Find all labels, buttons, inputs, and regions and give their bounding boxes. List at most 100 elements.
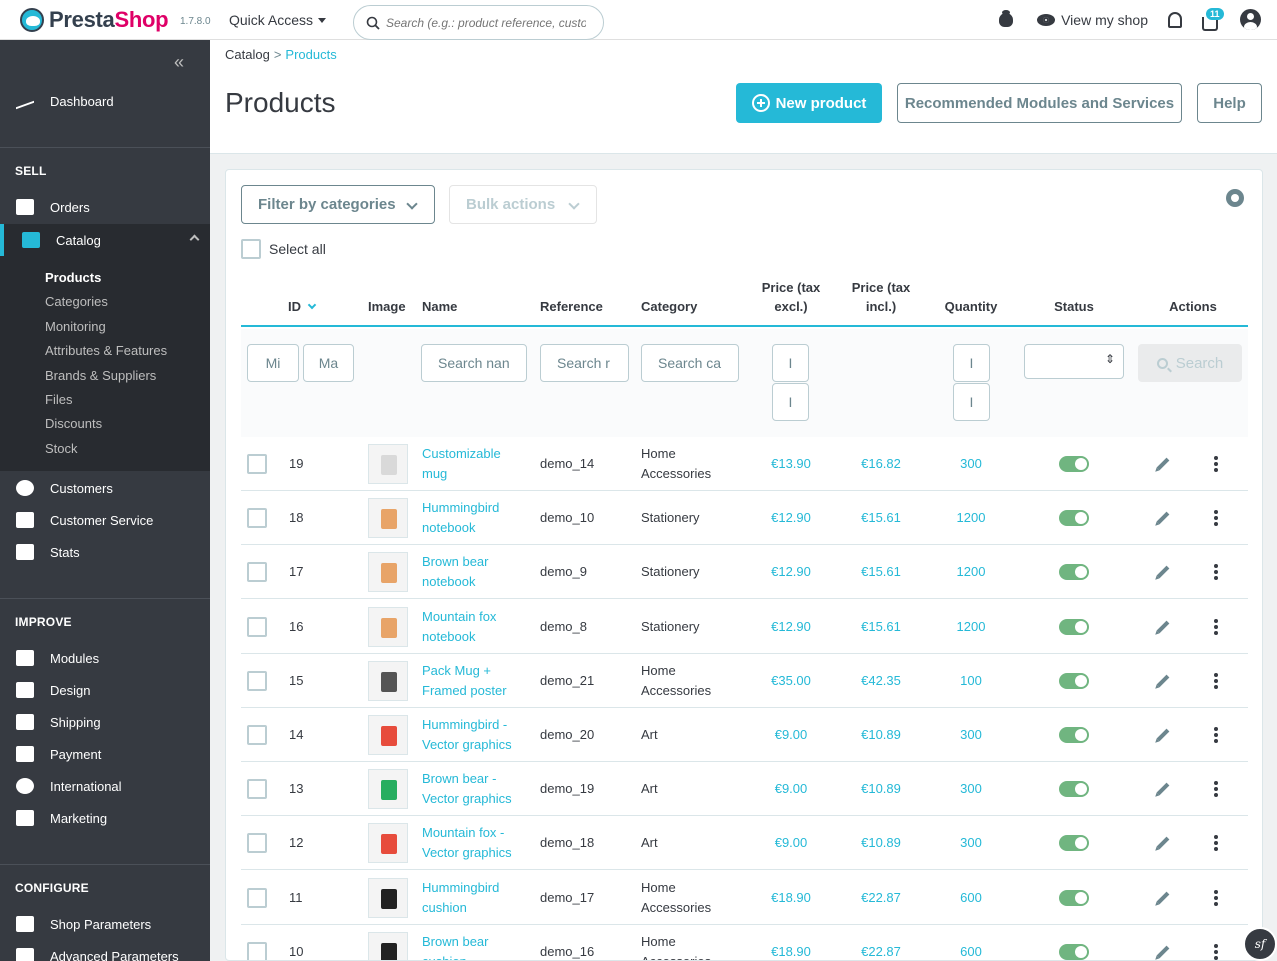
product-name-link[interactable]: Brown bear - Vector graphics — [422, 762, 532, 816]
select-all[interactable]: Select all — [241, 239, 326, 259]
product-thumbnail[interactable] — [368, 823, 408, 864]
sidebar-item-catalog[interactable]: Catalog — [0, 224, 210, 256]
row-checkbox[interactable] — [247, 508, 267, 529]
status-toggle[interactable] — [1059, 727, 1089, 743]
notifications-bell-icon[interactable] — [1168, 11, 1182, 28]
pencil-icon[interactable] — [1156, 511, 1170, 525]
price-tax-incl[interactable]: €10.89 — [841, 708, 921, 762]
sidebar-item-payment[interactable]: Payment — [0, 738, 210, 770]
sidebar-item-advanced-parameters[interactable]: Advanced Parameters — [0, 940, 210, 961]
filter-id-max[interactable]: Ma — [303, 344, 354, 382]
product-quantity[interactable]: 600 — [931, 871, 1011, 925]
filter-by-categories-button[interactable]: Filter by categories — [241, 185, 435, 224]
search-input[interactable] — [386, 15, 586, 30]
status-toggle[interactable] — [1059, 564, 1089, 581]
submenu-brands-suppliers[interactable]: Brands & Suppliers — [45, 368, 156, 383]
product-quantity[interactable]: 100 — [931, 654, 1011, 708]
filter-name-input[interactable]: Search nan — [421, 344, 527, 382]
product-name-link[interactable]: Hummingbird - Vector graphics — [422, 708, 532, 762]
price-tax-incl[interactable]: €16.82 — [841, 437, 921, 491]
more-vert-icon[interactable] — [1214, 570, 1218, 575]
column-header-name[interactable]: Name — [422, 297, 457, 316]
price-tax-incl[interactable]: €22.87 — [841, 925, 921, 960]
recommended-modules-button[interactable]: Recommended Modules and Services — [897, 83, 1182, 123]
price-tax-excl[interactable]: €12.90 — [751, 545, 831, 599]
column-header-category[interactable]: Category — [641, 297, 697, 316]
filter-category-input[interactable]: Search ca — [641, 344, 739, 382]
price-tax-excl[interactable]: €9.00 — [751, 816, 831, 870]
help-button[interactable]: Help — [1197, 83, 1262, 123]
product-name-link[interactable]: Brown bear cushion — [422, 925, 532, 960]
price-tax-incl[interactable]: €22.87 — [841, 871, 921, 925]
product-thumbnail[interactable] — [368, 769, 408, 810]
status-toggle[interactable] — [1059, 456, 1089, 472]
product-thumbnail[interactable] — [368, 498, 408, 539]
pencil-icon[interactable] — [1156, 728, 1170, 742]
status-toggle[interactable] — [1059, 943, 1089, 960]
sidebar-item-customer-service[interactable]: Customer Service — [0, 504, 210, 536]
product-quantity[interactable]: 1200 — [931, 545, 1011, 599]
status-toggle[interactable] — [1059, 889, 1089, 906]
sidebar-item-customers[interactable]: Customers — [0, 472, 210, 504]
sidebar-item-marketing[interactable]: Marketing — [0, 802, 210, 834]
table-row[interactable]: 12 Mountain fox - Vector graphics demo_18 Ar… — [241, 816, 1248, 871]
product-thumbnail[interactable] — [368, 444, 408, 484]
product-name-link[interactable]: Hummingbird cushion — [422, 871, 532, 925]
row-checkbox[interactable] — [247, 941, 267, 960]
row-checkbox[interactable] — [247, 562, 267, 583]
product-quantity[interactable]: 300 — [931, 816, 1011, 870]
sidebar-item-shipping[interactable]: Shipping — [0, 706, 210, 738]
more-vert-icon[interactable] — [1214, 462, 1218, 466]
more-vert-icon[interactable] — [1214, 841, 1218, 846]
employee-account-icon[interactable] — [1240, 9, 1261, 30]
status-toggle[interactable] — [1059, 510, 1089, 527]
price-tax-excl[interactable]: €18.90 — [751, 871, 831, 925]
gear-icon[interactable] — [1226, 189, 1244, 207]
column-header-price-incl[interactable]: Price (tax incl.) — [841, 278, 921, 316]
pencil-icon[interactable] — [1156, 891, 1170, 904]
sidebar-item-orders[interactable]: Orders — [0, 191, 210, 223]
filter-quantity-max[interactable]: I — [953, 383, 990, 421]
debug-mode-icon[interactable] — [999, 9, 1014, 27]
price-tax-excl[interactable]: €9.00 — [751, 762, 831, 816]
column-header-quantity[interactable]: Quantity — [931, 297, 1011, 316]
row-checkbox[interactable] — [247, 779, 267, 800]
table-row[interactable]: 11 Hummingbird cushion demo_17 Home Accessori… — [241, 871, 1248, 925]
collapse-sidebar-icon[interactable]: « — [174, 52, 184, 73]
prestashop-logo[interactable]: PrestaShop — [20, 7, 169, 33]
breadcrumb-catalog[interactable]: Catalog — [225, 47, 270, 62]
price-tax-excl[interactable]: €9.00 — [751, 708, 831, 762]
price-tax-excl[interactable]: €35.00 — [751, 654, 831, 708]
status-toggle[interactable] — [1059, 781, 1089, 798]
quick-access-dropdown[interactable]: Quick Access — [229, 12, 327, 28]
product-quantity[interactable]: 600 — [931, 925, 1011, 960]
more-vert-icon[interactable] — [1214, 949, 1218, 954]
breadcrumb-products[interactable]: Products — [285, 47, 336, 62]
status-toggle[interactable] — [1059, 835, 1089, 852]
header-search[interactable] — [353, 5, 604, 40]
sidebar-item-dashboard[interactable]: Dashboard — [0, 85, 210, 117]
price-tax-incl[interactable]: €15.61 — [841, 545, 921, 599]
table-row[interactable]: 16 Mountain fox notebook demo_8 Stationery €1… — [241, 600, 1248, 654]
column-header-reference[interactable]: Reference — [540, 297, 603, 316]
more-vert-icon[interactable] — [1214, 895, 1218, 900]
product-thumbnail[interactable] — [368, 606, 408, 647]
pencil-icon[interactable] — [1156, 566, 1170, 579]
sidebar-item-stats[interactable]: Stats — [0, 536, 210, 568]
row-checkbox[interactable] — [247, 887, 267, 908]
pencil-icon[interactable] — [1156, 620, 1170, 633]
sidebar-item-design[interactable]: Design — [0, 674, 210, 706]
filter-price-max[interactable]: I — [772, 383, 809, 421]
more-vert-icon[interactable] — [1214, 787, 1218, 792]
product-thumbnail[interactable] — [368, 660, 408, 701]
product-thumbnail[interactable] — [368, 877, 408, 918]
submenu-attributes-features[interactable]: Attributes & Features — [45, 343, 167, 358]
row-checkbox[interactable] — [247, 725, 267, 745]
view-my-shop-link[interactable]: View my shop — [1037, 12, 1148, 28]
pencil-icon[interactable] — [1156, 457, 1170, 471]
row-checkbox[interactable] — [247, 454, 267, 474]
submenu-categories[interactable]: Categories — [45, 294, 108, 309]
product-thumbnail[interactable] — [368, 931, 408, 960]
pencil-icon[interactable] — [1156, 674, 1170, 688]
more-vert-icon[interactable] — [1214, 678, 1218, 683]
